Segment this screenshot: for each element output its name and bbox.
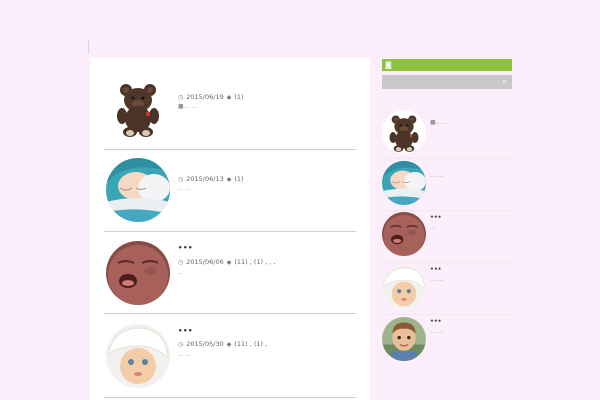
post-thumbnail-teddy-bear[interactable] (106, 76, 170, 140)
post-excerpt: ... (178, 269, 184, 276)
header-divider (88, 40, 89, 54)
post-thumbnail-baby-bonnet[interactable] (106, 324, 170, 388)
post-item[interactable]: ••• ◷ 2015/06/06 ◆ (11) , (1) , , , ... (104, 232, 356, 314)
clock-icon: ◷ (178, 93, 184, 101)
post-date: 2015/06/06 (186, 258, 224, 266)
site-header (0, 0, 600, 54)
sidebar-item-text: ■... ... (430, 119, 450, 126)
post-tags[interactable]: (1) (234, 93, 243, 101)
post-item[interactable]: ◷ 2015/06/19 ◆ (1) ■... ... (104, 68, 356, 150)
sidebar-item[interactable]: ••• ... (382, 210, 512, 263)
tag-icon: ◆ (226, 175, 232, 183)
sidebar-item-text: ... (430, 224, 436, 231)
search-icon[interactable]: ⌕ (502, 76, 507, 88)
sidebar-thumbnail-sleeping-baby[interactable] (382, 161, 426, 205)
sidebar-item[interactable]: ••• ... ... (382, 262, 512, 315)
rss-button[interactable]: ◙ (382, 59, 512, 71)
post-divider (104, 397, 356, 398)
sidebar-thumbnail-baby-bonnet[interactable] (382, 265, 426, 309)
post-thumbnail-crying-baby[interactable] (106, 241, 170, 305)
clock-icon: ◷ (178, 340, 184, 348)
post-list: ◷ 2015/06/19 ◆ (1) ■... ... ◷ 2015/06/13… (90, 58, 370, 400)
rss-icon: ◙ (385, 61, 392, 69)
post-meta: ◷ 2015/06/13 ◆ (1) (178, 175, 244, 183)
sidebar-item-text: ... ... (430, 276, 444, 283)
sidebar-item-text: ... ... (430, 328, 444, 335)
clock-icon: ◷ (178, 175, 184, 183)
sidebar-thumbnail-crying-baby[interactable] (382, 212, 426, 256)
post-date: 2015/06/19 (186, 93, 224, 101)
post-date: 2015/06/13 (186, 175, 224, 183)
search-form: ⌕ (382, 75, 512, 89)
post-item[interactable]: ••• ◷ 2015/05/30 ◆ (11) , (1) , ... ... (104, 314, 356, 398)
sidebar-item-title[interactable]: ••• (430, 266, 442, 273)
post-date: 2015/05/30 (186, 340, 224, 348)
post-tags[interactable]: (1) (234, 175, 243, 183)
sidebar-thumbnail-teddy-bear[interactable] (382, 110, 426, 154)
sidebar-thumbnail-toddler[interactable] (382, 317, 426, 361)
tag-icon: ◆ (226, 340, 232, 348)
post-excerpt: ■... ... (178, 103, 198, 110)
tag-icon: ◆ (226, 93, 232, 101)
post-tags[interactable]: (11) , (1) , , , (234, 258, 275, 266)
post-meta: ◷ 2015/06/06 ◆ (11) , (1) , , , (178, 258, 276, 266)
tag-icon: ◆ (226, 258, 232, 266)
post-title[interactable]: ••• (178, 327, 193, 335)
clock-icon: ◷ (178, 258, 184, 266)
post-meta: ◷ 2015/06/19 ◆ (1) (178, 93, 244, 101)
post-title[interactable]: ••• (178, 244, 193, 252)
sidebar-item[interactable]: ■... ... (382, 106, 512, 159)
sidebar-item[interactable]: ... ... (382, 158, 512, 211)
post-item[interactable]: ◷ 2015/06/13 ◆ (1) ... ... (104, 150, 356, 232)
post-thumbnail-sleeping-baby[interactable] (106, 158, 170, 222)
post-excerpt: ... ... (178, 185, 192, 192)
sidebar: ◙ ⌕ ■... ... ... ... ••• ... ••• ... ... (378, 48, 528, 400)
sidebar-item[interactable]: ••• ... ... (382, 314, 512, 366)
search-input[interactable] (382, 75, 494, 89)
sidebar-item-text: ... ... (430, 172, 444, 179)
post-excerpt: ... ... (178, 351, 192, 358)
sidebar-item-title[interactable]: ••• (430, 214, 442, 221)
post-meta: ◷ 2015/05/30 ◆ (11) , (1) , (178, 340, 267, 348)
post-tags[interactable]: (11) , (1) , (234, 340, 267, 348)
sidebar-item-title[interactable]: ••• (430, 318, 442, 325)
